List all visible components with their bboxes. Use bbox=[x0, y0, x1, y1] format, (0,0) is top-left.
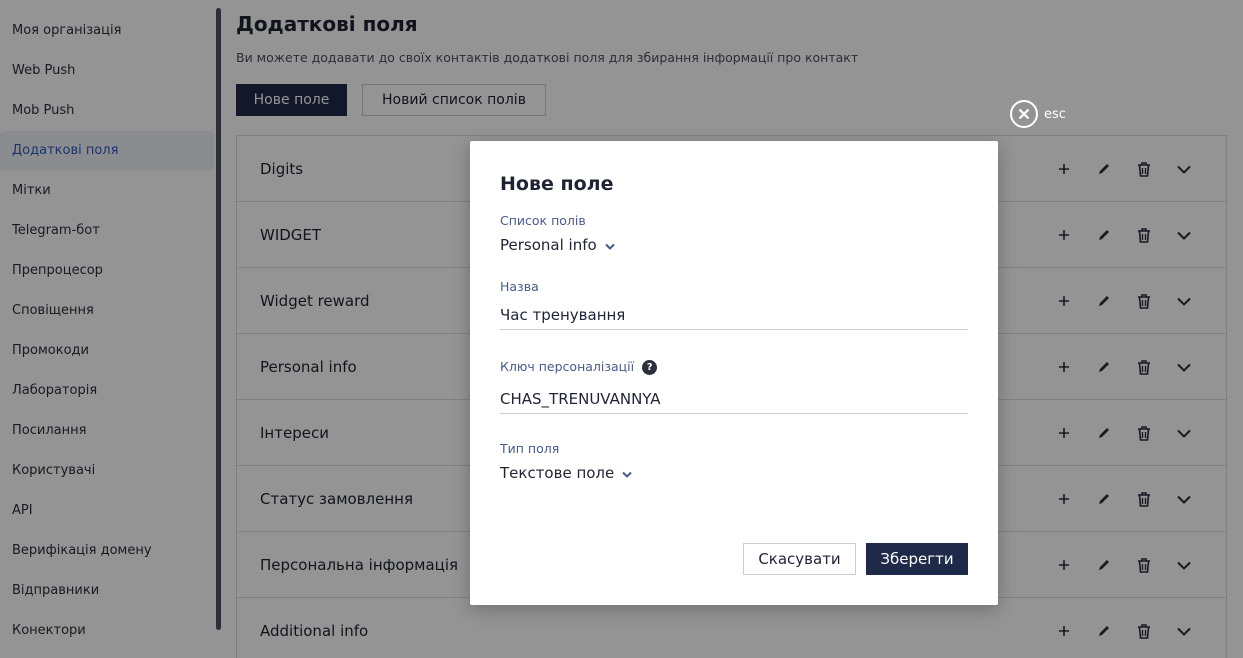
close-modal-button[interactable]: esc bbox=[1010, 100, 1066, 128]
personalization-key-label: Ключ персоналізації? bbox=[500, 359, 658, 375]
field-list-label: Список полів bbox=[500, 213, 586, 228]
new-field-modal: Нове поле Список полів Personal info Наз… bbox=[470, 141, 998, 605]
field-type-label: Тип поля bbox=[500, 441, 560, 456]
chevron-down-icon bbox=[622, 464, 632, 482]
name-label: Назва bbox=[500, 279, 539, 294]
field-list-select-value: Personal info bbox=[500, 236, 597, 254]
question-circle-icon[interactable]: ? bbox=[642, 360, 658, 375]
save-button[interactable]: Зберегти bbox=[866, 543, 968, 575]
name-input[interactable] bbox=[500, 300, 968, 330]
field-type-select-value: Текстове поле bbox=[500, 464, 615, 482]
esc-label: esc bbox=[1044, 106, 1066, 122]
cancel-button[interactable]: Скасувати bbox=[743, 543, 856, 575]
field-type-select[interactable]: Текстове поле bbox=[500, 464, 632, 482]
modal-title: Нове поле bbox=[500, 173, 614, 195]
personalization-key-label-text: Ключ персоналізації bbox=[500, 359, 635, 374]
field-list-select[interactable]: Personal info bbox=[500, 236, 615, 254]
personalization-key-input[interactable] bbox=[500, 384, 968, 414]
chevron-down-icon bbox=[604, 236, 615, 254]
close-circle-icon bbox=[1010, 100, 1038, 128]
